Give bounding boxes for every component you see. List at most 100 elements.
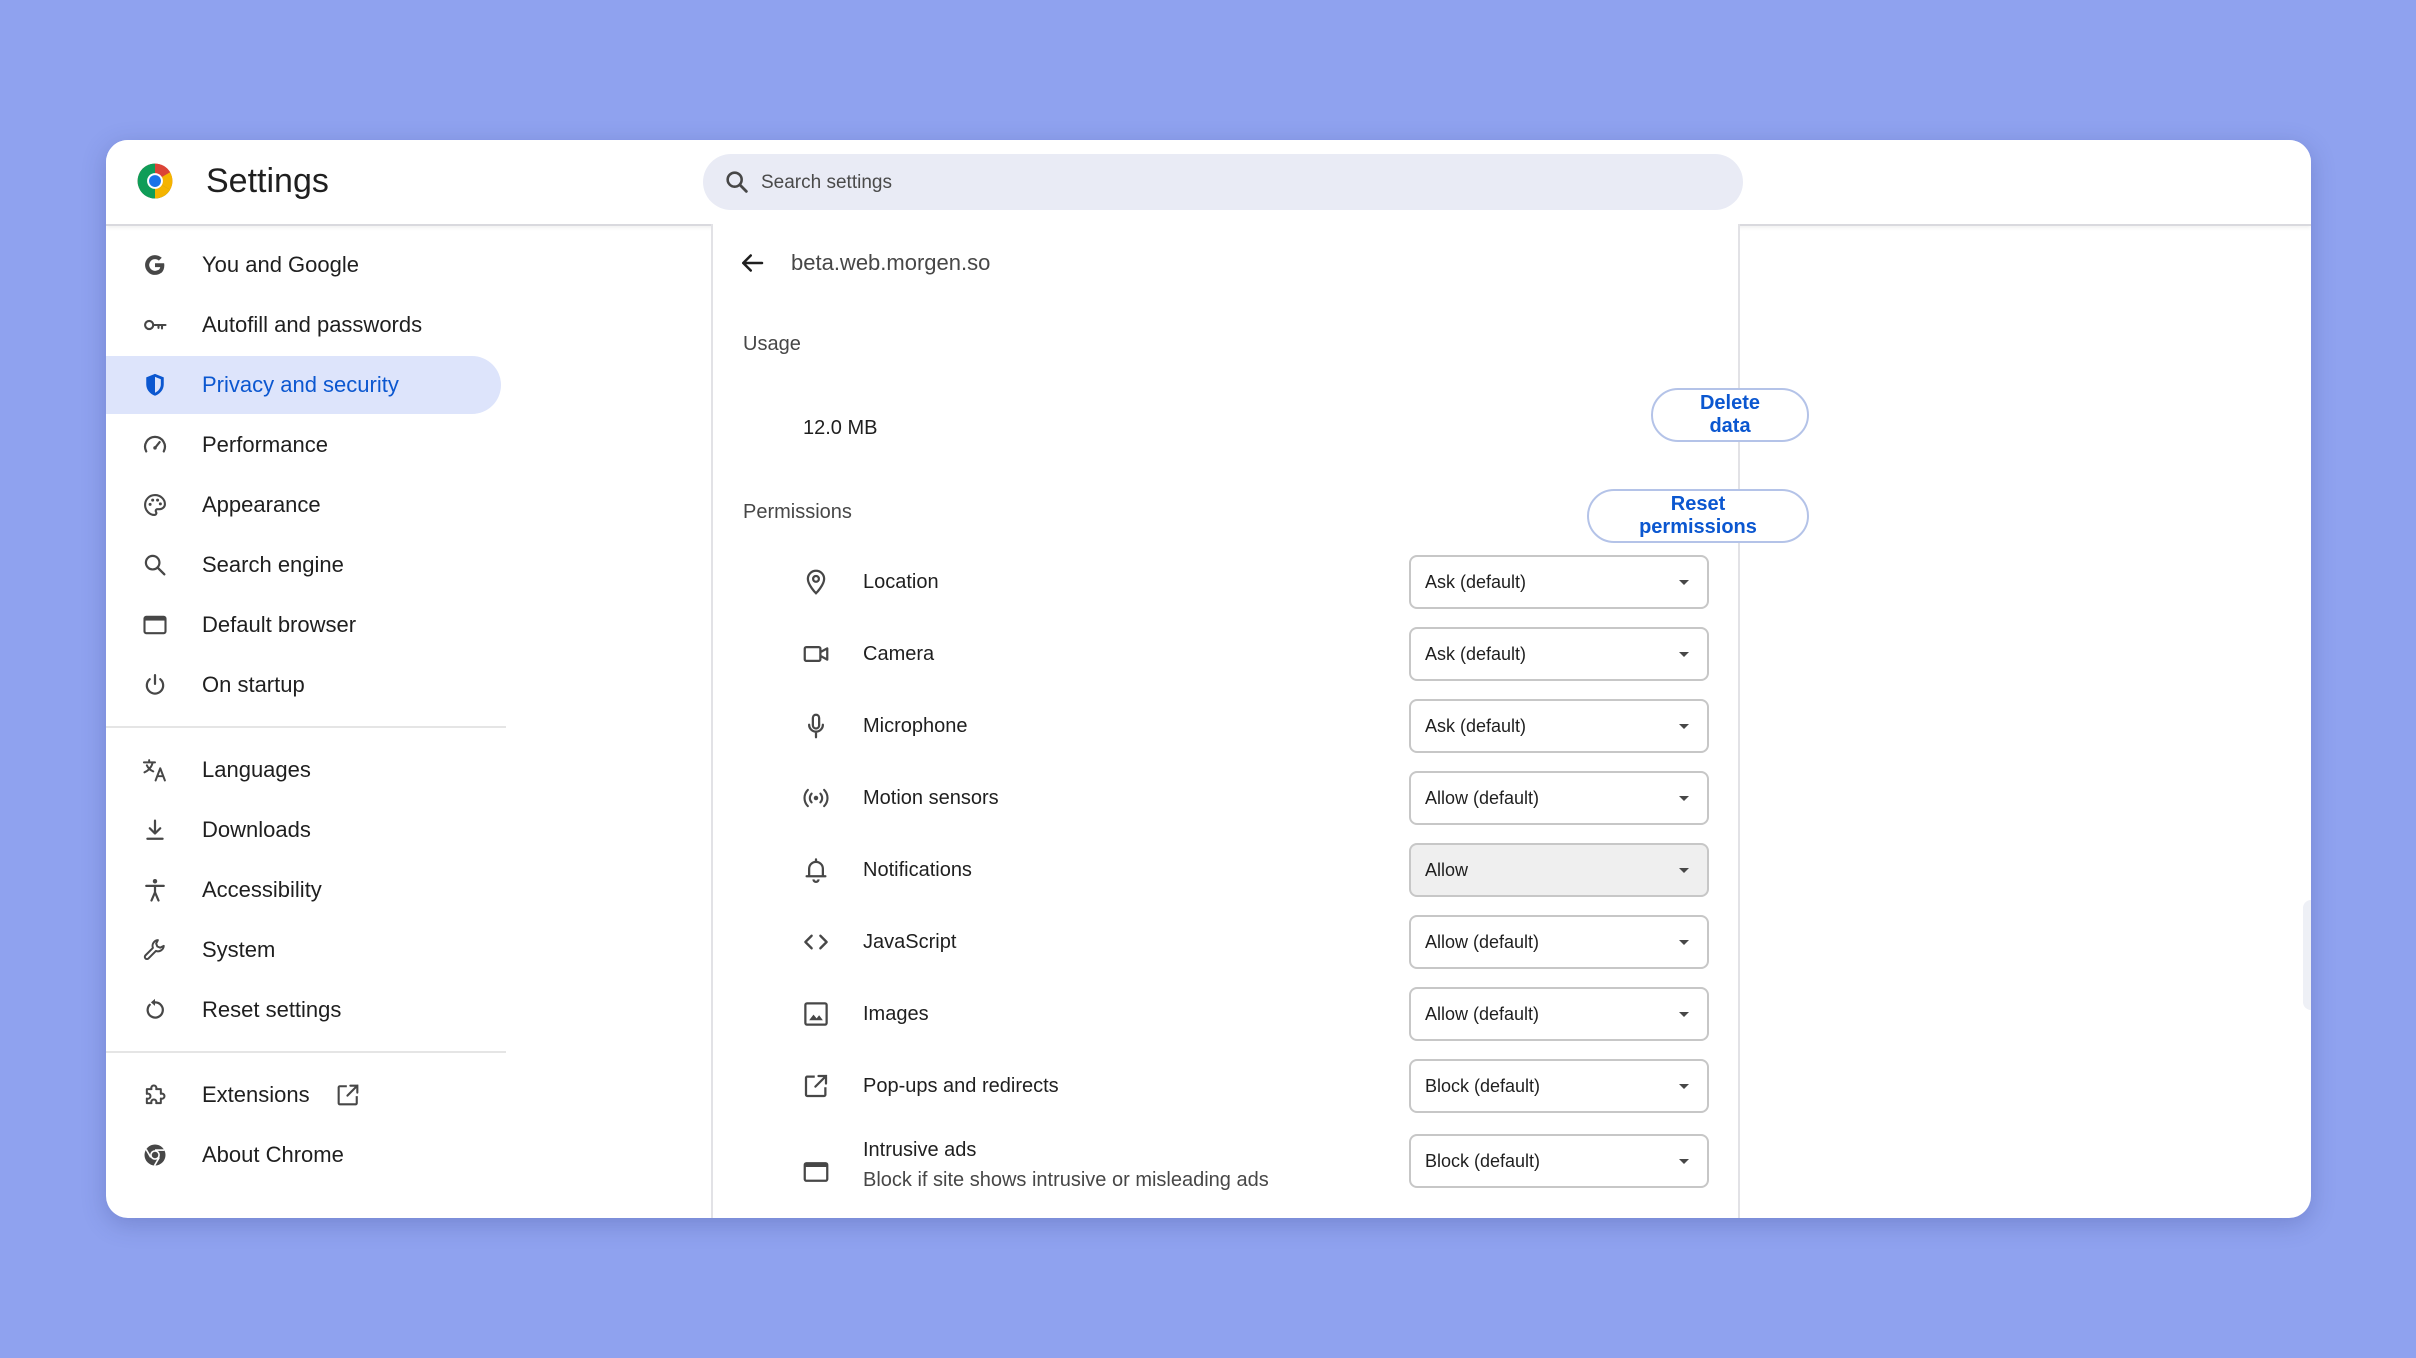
permission-label: Motion sensors: [863, 787, 999, 809]
select-value: Block (default): [1425, 1151, 1541, 1171]
permission-row-location: Location Ask (default): [713, 552, 1738, 612]
reset-permissions-button[interactable]: Reset permissions: [1587, 489, 1809, 543]
sidebar-item-default-browser[interactable]: Default browser: [106, 596, 501, 654]
motion-sensors-permission-select[interactable]: Allow (default): [1409, 771, 1709, 825]
select-value: Allow: [1425, 860, 1469, 880]
sidebar-item-label: Languages: [202, 757, 311, 782]
image-icon: [804, 1002, 828, 1026]
google-g-icon: [145, 255, 165, 275]
chrome-icon: [144, 1144, 166, 1166]
select-value: Ask (default): [1425, 572, 1527, 592]
shield-icon: [146, 373, 164, 396]
motion-sensor-icon: [803, 788, 829, 808]
images-permission-select[interactable]: Allow (default): [1409, 987, 1709, 1041]
dropdown-caret-icon: [1679, 940, 1689, 945]
permission-label: Location: [863, 571, 939, 593]
permission-row-intrusive-ads: Intrusive ads Block if site shows intrus…: [713, 1134, 1738, 1218]
select-value: Allow (default): [1425, 1004, 1540, 1024]
open-external-icon: [804, 1074, 828, 1098]
sidebar-item-downloads[interactable]: Downloads: [106, 801, 501, 859]
permission-row-images: Images Allow (default): [713, 984, 1738, 1044]
sidebar-item-label: Downloads: [202, 817, 311, 842]
notifications-permission-select[interactable]: Allow: [1409, 843, 1709, 897]
sidebar-item-label: Default browser: [202, 612, 357, 637]
select-value: Allow (default): [1425, 932, 1540, 952]
sidebar-item-appearance[interactable]: Appearance: [106, 476, 501, 534]
sidebar-item-accessibility[interactable]: Accessibility: [106, 861, 501, 919]
popups-permission-select[interactable]: Block (default): [1409, 1059, 1709, 1113]
permission-label: Images: [863, 1003, 929, 1025]
sidebar-item-label: System: [202, 937, 276, 962]
download-icon: [146, 819, 164, 840]
select-value: Ask (default): [1425, 644, 1527, 664]
dropdown-caret-icon: [1679, 1159, 1689, 1164]
dropdown-caret-icon: [1679, 1012, 1689, 1017]
sidebar-item-you-and-google[interactable]: You and Google: [106, 236, 501, 294]
search-icon: [726, 171, 748, 193]
permission-row-notifications: Notifications Allow: [713, 840, 1738, 900]
sidebar-item-reset-settings[interactable]: Reset settings: [106, 981, 501, 1039]
permission-label: Pop-ups and redirects: [863, 1075, 1059, 1097]
sidebar-item-system[interactable]: System: [106, 921, 501, 979]
sidebar-item-label: On startup: [202, 672, 305, 697]
sidebar-item-label: Autofill and passwords: [202, 312, 423, 337]
top-bar: Settings: [106, 140, 2311, 226]
dropdown-caret-icon: [1679, 724, 1689, 729]
sidebar-item-search-engine[interactable]: Search engine: [106, 536, 501, 594]
reset-icon: [146, 998, 164, 1019]
back-arrow-icon[interactable]: [737, 248, 767, 278]
sidebar-item-label: Privacy and security: [202, 372, 399, 397]
microphone-permission-select[interactable]: Ask (default): [1409, 699, 1709, 753]
search-input[interactable]: [759, 154, 1663, 212]
sidebar-item-label: Performance: [202, 432, 328, 457]
settings-window: Settings You and Google Autofill: [106, 140, 2311, 1218]
permission-label: JavaScript: [863, 931, 957, 953]
key-icon: [144, 319, 167, 331]
sidebar-item-performance[interactable]: Performance: [106, 416, 501, 474]
sidebar-item-privacy-and-security[interactable]: Privacy and security: [106, 356, 501, 414]
javascript-permission-select[interactable]: Allow (default): [1409, 915, 1709, 969]
code-icon: [804, 934, 828, 950]
dropdown-caret-icon: [1679, 868, 1689, 873]
sidebar: You and Google Autofill and passwords Pr…: [106, 224, 526, 1218]
sidebar-item-on-startup[interactable]: On startup: [106, 656, 501, 714]
sidebar-item-extensions[interactable]: Extensions: [106, 1066, 501, 1124]
permission-label: Intrusive ads: [863, 1139, 977, 1161]
permission-label: Notifications: [863, 859, 972, 881]
search-bar[interactable]: [703, 154, 1743, 212]
sidebar-item-label: Extensions: [202, 1082, 310, 1107]
sidebar-item-label: You and Google: [202, 252, 359, 277]
power-icon: [145, 673, 165, 695]
sidebar-item-label: About Chrome: [202, 1142, 344, 1167]
open-external-icon: [337, 1084, 359, 1106]
palette-icon: [144, 494, 166, 516]
permission-sublabel: Block if site shows intrusive or mislead…: [863, 1169, 1269, 1191]
ad-window-icon: [803, 1162, 829, 1182]
permission-row-popups: Pop-ups and redirects Block (default): [713, 1056, 1738, 1116]
permission-label: Microphone: [863, 715, 968, 737]
sidebar-item-autofill[interactable]: Autofill and passwords: [106, 296, 501, 354]
location-permission-select[interactable]: Ask (default): [1409, 555, 1709, 609]
bell-icon: [805, 858, 827, 883]
site-name: beta.web.morgen.so: [791, 250, 991, 275]
delete-data-button[interactable]: Delete data: [1651, 388, 1809, 442]
wrench-icon: [143, 939, 165, 960]
chrome-logo-icon: [137, 163, 173, 199]
browser-window-icon: [143, 615, 167, 635]
select-value: Block (default): [1425, 1076, 1541, 1096]
permission-row-microphone: Microphone Ask (default): [713, 696, 1738, 756]
sidebar-divider: [106, 726, 506, 728]
scroll-edge: [2303, 900, 2311, 1010]
sidebar-divider: [106, 1051, 506, 1053]
permission-label: Camera: [863, 643, 935, 665]
intrusive-ads-permission-select[interactable]: Block (default): [1409, 1134, 1709, 1188]
dropdown-caret-icon: [1679, 796, 1689, 801]
sidebar-item-label: Search engine: [202, 552, 344, 577]
permission-row-camera: Camera Ask (default): [713, 624, 1738, 684]
permission-row-motion-sensors: Motion sensors Allow (default): [713, 768, 1738, 828]
camera-permission-select[interactable]: Ask (default): [1409, 627, 1709, 681]
sidebar-item-about-chrome[interactable]: About Chrome: [106, 1126, 501, 1184]
camera-icon: [803, 646, 829, 662]
sidebar-item-languages[interactable]: Languages: [106, 741, 501, 799]
search-icon: [144, 554, 166, 576]
